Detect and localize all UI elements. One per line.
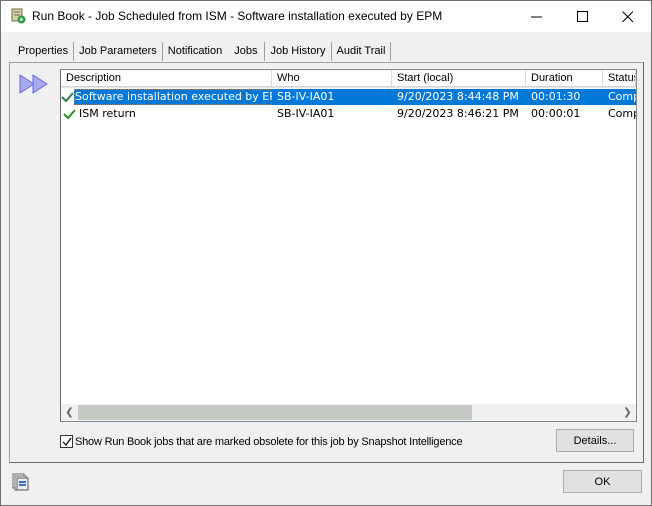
close-button[interactable]: [605, 1, 651, 32]
column-header-description[interactable]: Description: [61, 70, 272, 87]
run-book-dialog: Run Book - Job Scheduled from ISM - Soft…: [0, 0, 652, 506]
fast-forward-icon[interactable]: [19, 74, 51, 94]
tab-properties[interactable]: Properties: [13, 42, 75, 61]
job-description: ISM return: [79, 107, 136, 120]
tab-audit-trail[interactable]: Audit Trail: [332, 42, 392, 61]
job-description: Software installation executed by EPM: [74, 89, 272, 105]
column-header-status[interactable]: Status: [603, 70, 636, 87]
tab-jobs[interactable]: Jobs: [227, 42, 266, 61]
runbook-scroll-icon: [11, 8, 26, 24]
close-icon: [622, 10, 634, 22]
maximize-button[interactable]: [560, 1, 606, 32]
ok-button[interactable]: OK: [563, 470, 642, 493]
job-duration: 00:01:30: [526, 89, 603, 105]
scroll-left-icon[interactable]: ❮: [61, 404, 78, 421]
check-icon: [61, 106, 78, 122]
column-header-who[interactable]: Who: [272, 70, 392, 87]
jobs-tab-panel: Description Who Start (local) Duration S…: [9, 62, 644, 463]
job-duration: 00:00:01: [531, 107, 581, 120]
tab-strip: Properties Job Parameters Notification J…: [13, 42, 392, 62]
minimize-icon: [531, 16, 542, 17]
table-row[interactable]: Software installation executed by EPM SB…: [61, 89, 636, 105]
job-who: SB-IV-IA01: [277, 107, 335, 120]
horizontal-scrollbar[interactable]: ❮ ❯: [61, 404, 636, 421]
table-row[interactable]: ISM return SB-IV-IA01 9/20/2023 8:46:21 …: [61, 106, 636, 122]
copy-window-icon[interactable]: [12, 473, 30, 491]
minimize-button[interactable]: [514, 1, 560, 32]
column-header-duration[interactable]: Duration: [526, 70, 603, 87]
show-obsolete-option[interactable]: Show Run Book jobs that are marked obsol…: [60, 435, 463, 448]
job-start: 9/20/2023 8:44:48 PM: [392, 89, 526, 105]
column-header-start[interactable]: Start (local): [392, 70, 526, 87]
tab-job-history[interactable]: Job History: [265, 42, 332, 61]
job-status: Completed: [603, 89, 636, 105]
show-obsolete-label: Show Run Book jobs that are marked obsol…: [75, 435, 463, 448]
title-bar: Run Book - Job Scheduled from ISM - Soft…: [1, 1, 651, 32]
job-start: 9/20/2023 8:46:21 PM: [397, 107, 519, 120]
details-button[interactable]: Details...: [556, 429, 634, 452]
scrollbar-thumb[interactable]: [78, 405, 472, 420]
maximize-icon: [577, 10, 588, 22]
check-icon: [61, 89, 74, 105]
jobs-list[interactable]: Description Who Start (local) Duration S…: [60, 69, 637, 422]
tab-job-parameters[interactable]: Job Parameters: [74, 42, 163, 61]
show-obsolete-checkbox[interactable]: [60, 435, 73, 448]
checkmark-icon: [62, 437, 71, 446]
job-who: SB-IV-IA01: [272, 89, 392, 105]
list-header: Description Who Start (local) Duration S…: [61, 70, 636, 88]
tab-notification[interactable]: Notification: [163, 42, 227, 61]
window-title: Run Book - Job Scheduled from ISM - Soft…: [32, 9, 443, 23]
scroll-right-icon[interactable]: ❯: [619, 404, 636, 421]
job-status: Completed: [608, 107, 636, 120]
